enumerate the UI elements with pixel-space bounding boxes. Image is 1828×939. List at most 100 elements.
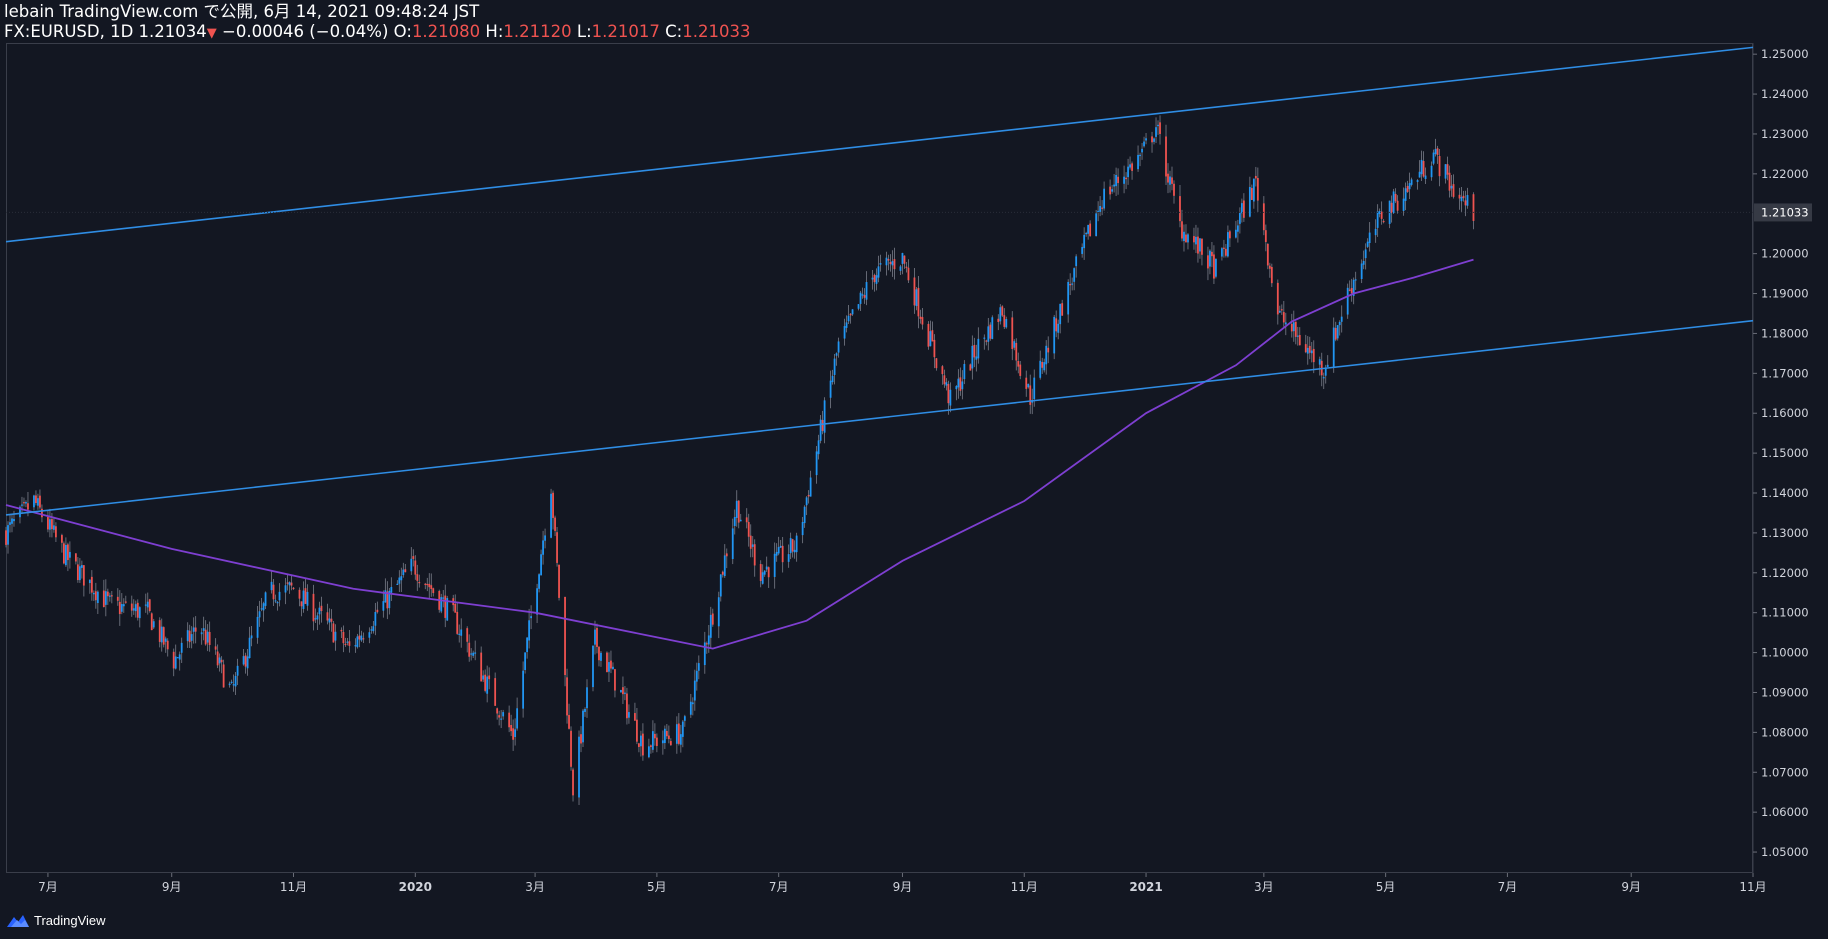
candle-body [1354, 279, 1357, 281]
candle-body [1211, 251, 1213, 257]
candle-body [1129, 164, 1131, 168]
candle-body [396, 583, 399, 586]
candle-body [1280, 309, 1283, 311]
candle-body [228, 683, 231, 686]
candle-body [608, 662, 610, 672]
candle-body [13, 519, 15, 522]
candle-body [1143, 141, 1145, 147]
candle-body [164, 638, 167, 642]
candle-body [146, 601, 149, 608]
candle-body [1085, 233, 1088, 235]
candle-body [332, 623, 335, 643]
candle-body [486, 676, 489, 694]
candle-body [1137, 154, 1139, 170]
candle-body [82, 565, 85, 586]
candle-body [122, 604, 125, 607]
candle-body [1131, 163, 1133, 171]
candle-body [428, 583, 431, 588]
candle-body [166, 640, 169, 650]
candle-body [675, 724, 678, 744]
candle-body [178, 654, 181, 660]
candle-body [775, 551, 778, 556]
candle-body [805, 497, 808, 506]
candle-body [68, 551, 71, 558]
candle-body [596, 627, 598, 647]
y-tick-label: 1.12000 [1761, 566, 1809, 580]
candle-body [1183, 231, 1185, 242]
candle-body [1278, 310, 1281, 313]
candle-body [374, 611, 377, 626]
candle-body [851, 309, 854, 315]
y-tick-label: 1.25000 [1761, 47, 1809, 61]
candle-body [11, 518, 13, 524]
candle-body [667, 735, 670, 740]
candle-body [264, 592, 267, 606]
y-tick-label: 1.08000 [1761, 725, 1809, 739]
candle-body [508, 712, 511, 728]
candle-body [580, 734, 582, 744]
candle-body [823, 400, 826, 433]
candle-body [915, 289, 918, 307]
candle-body [642, 733, 644, 756]
candle-body [566, 677, 568, 716]
candle-body [1195, 236, 1197, 245]
candle-body [835, 353, 838, 356]
candle-body [236, 665, 239, 676]
candle-body [1284, 322, 1287, 325]
candle-body [230, 681, 233, 683]
candle-body [1127, 166, 1129, 178]
candle-body [626, 693, 628, 719]
candle-body [150, 613, 153, 631]
candle-body [1390, 202, 1393, 213]
candle-body [400, 576, 403, 581]
y-tick-label: 1.09000 [1761, 685, 1809, 699]
candle-body [472, 652, 475, 656]
candle-body [1242, 200, 1245, 218]
candle-body [1159, 122, 1161, 134]
candle-body [540, 554, 542, 576]
tradingview-logo[interactable]: TradingView [5, 910, 106, 930]
candle-body [190, 634, 193, 641]
candle-body [530, 616, 532, 619]
candle-body [1266, 243, 1269, 266]
candle-body [1334, 328, 1337, 340]
candle-body [1013, 341, 1016, 348]
candle-body [1452, 184, 1455, 197]
candle-body [815, 451, 818, 476]
y-tick-label: 1.18000 [1761, 326, 1809, 340]
price-chart[interactable]: 1.25000 1.24000 1.23000 1.22000 1.20000 1.190… [0, 0, 1828, 939]
candle-body [787, 554, 790, 562]
candle-body [606, 652, 608, 673]
candle-body [442, 597, 445, 599]
y-tick-label: 1.10000 [1761, 646, 1809, 660]
candle-body [1059, 303, 1062, 325]
candle-body [1408, 183, 1411, 190]
candle-body [354, 645, 357, 647]
candle-body [344, 643, 347, 646]
candle-body [272, 584, 275, 600]
x-tick-label: 7月 [1498, 880, 1518, 894]
candle-body [1448, 172, 1451, 191]
candle-body [260, 608, 263, 610]
candle-body [41, 508, 43, 518]
candle-body [919, 316, 922, 319]
candle-body [971, 345, 974, 369]
candle-body [1464, 200, 1467, 206]
candle-body [138, 607, 141, 619]
candle-body [37, 498, 39, 506]
candle-body [222, 664, 225, 688]
candle-body [1109, 186, 1112, 195]
candle-body [558, 564, 560, 598]
candle-body [1171, 177, 1173, 184]
candle-body [901, 253, 904, 264]
candle-body [819, 419, 822, 441]
candle-body [957, 378, 960, 388]
candle-body [949, 389, 952, 406]
candle-body [1418, 171, 1421, 178]
candle-body [733, 517, 736, 526]
candle-body [1326, 364, 1329, 367]
candle-body [348, 641, 351, 646]
x-tick-label: 2020 [399, 880, 432, 894]
candle-body [991, 317, 994, 339]
candle-body [480, 652, 483, 682]
